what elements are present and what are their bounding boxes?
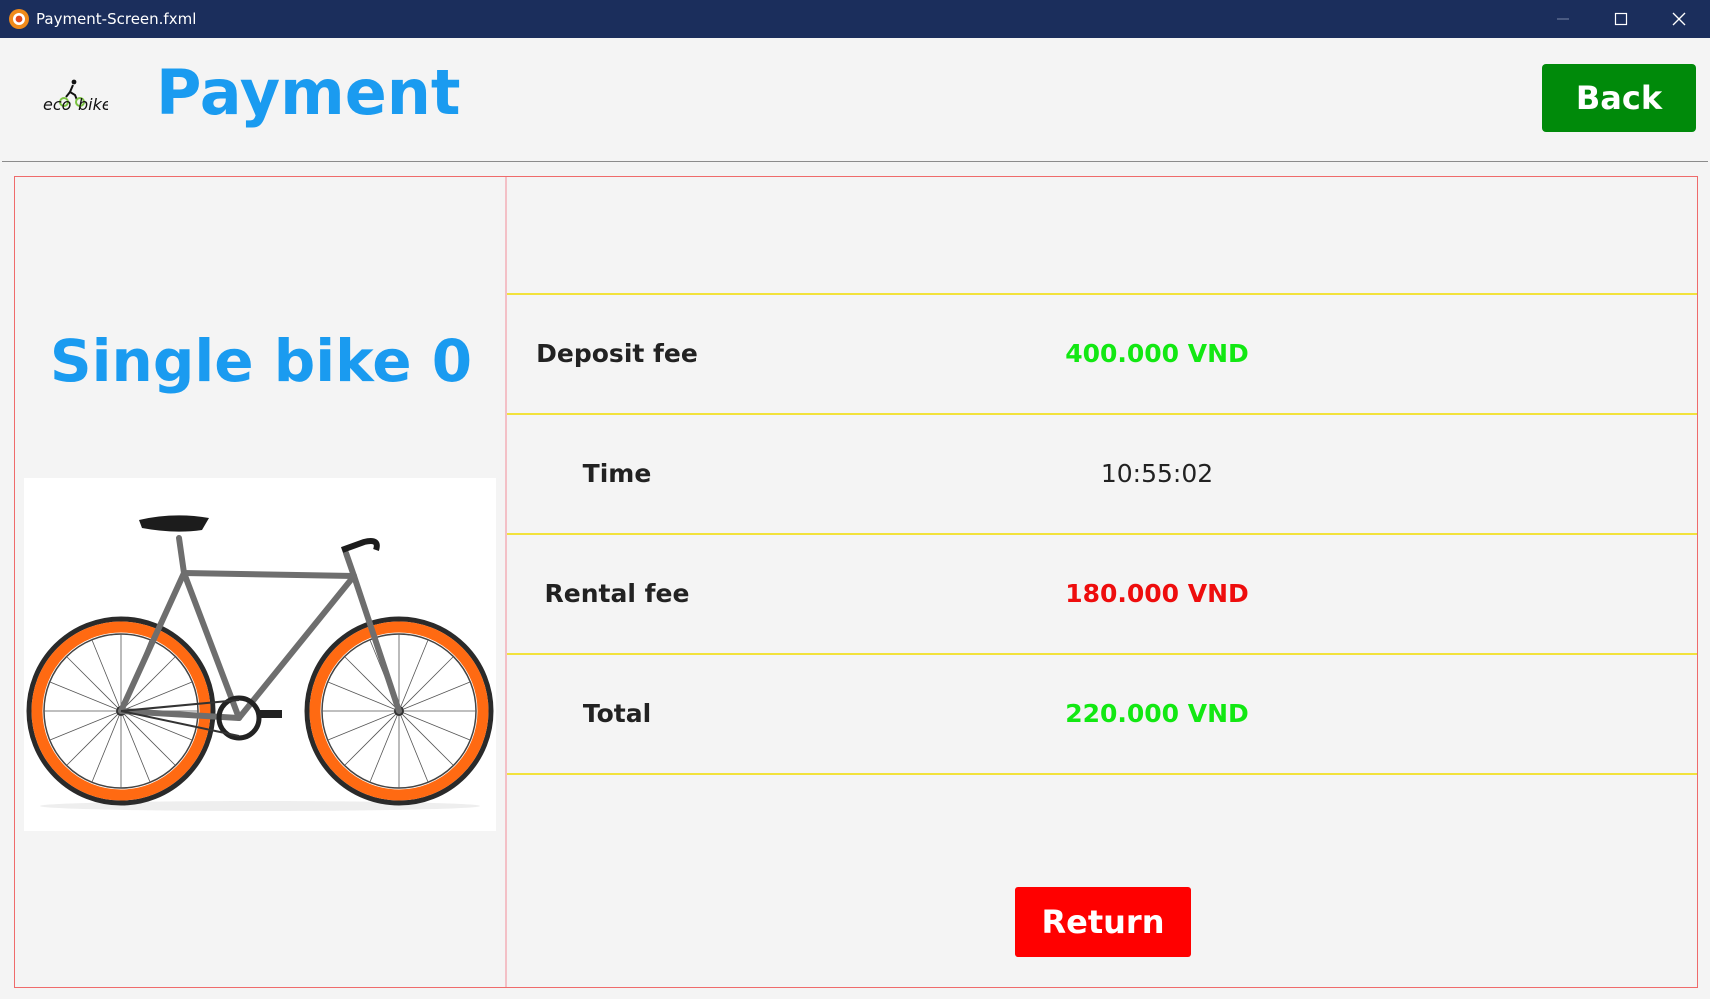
logo-text: eco	[43, 95, 72, 114]
bike-info-panel: Single bike 0	[15, 177, 507, 987]
fee-table: Deposit fee 400.000 VND Time 10:55:02 Re…	[507, 293, 1697, 775]
ecobike-logo: eco bike	[43, 79, 108, 114]
minimize-icon	[1557, 18, 1569, 20]
fee-panel: Deposit fee 400.000 VND Time 10:55:02 Re…	[507, 177, 1697, 987]
return-button[interactable]: Return	[1015, 887, 1191, 957]
bicycle-icon	[26, 515, 494, 811]
app-icon	[9, 9, 29, 29]
payment-window: Payment-Screen.fxml eco bik Payment Back…	[0, 0, 1710, 999]
page-title: Payment	[156, 56, 461, 129]
back-button[interactable]: Back	[1542, 64, 1696, 132]
fee-label: Time	[582, 459, 652, 488]
fee-label: Rental fee	[544, 579, 690, 608]
close-button[interactable]	[1650, 0, 1708, 38]
bike-name: Single bike 0	[49, 327, 473, 395]
svg-text:bike: bike	[78, 95, 108, 114]
fee-row-time: Time 10:55:02	[507, 415, 1697, 535]
fee-value: 10:55:02	[1100, 459, 1214, 488]
page-header: eco bike Payment Back	[2, 38, 1708, 162]
fee-row-rental: Rental fee 180.000 VND	[507, 535, 1697, 655]
payment-panel: Single bike 0 Deposit fee 400.000 VND Ti…	[14, 176, 1698, 988]
close-icon	[1672, 12, 1686, 26]
maximize-icon	[1614, 12, 1628, 26]
fee-value: 180.000 VND	[1065, 579, 1249, 608]
saddle	[139, 515, 209, 532]
fee-row-deposit: Deposit fee 400.000 VND	[507, 295, 1697, 415]
fee-value: 400.000 VND	[1065, 339, 1249, 368]
window-title: Payment-Screen.fxml	[36, 10, 197, 28]
fee-label: Total	[582, 699, 652, 728]
fee-row-total: Total 220.000 VND	[507, 655, 1697, 775]
maximize-button[interactable]	[1592, 0, 1650, 38]
fee-label: Deposit fee	[536, 339, 698, 368]
bicycle-image	[24, 478, 496, 831]
title-bar[interactable]: Payment-Screen.fxml	[0, 0, 1710, 38]
fee-value: 220.000 VND	[1065, 699, 1249, 728]
handlebar	[340, 538, 380, 553]
minimize-button[interactable]	[1534, 0, 1592, 38]
